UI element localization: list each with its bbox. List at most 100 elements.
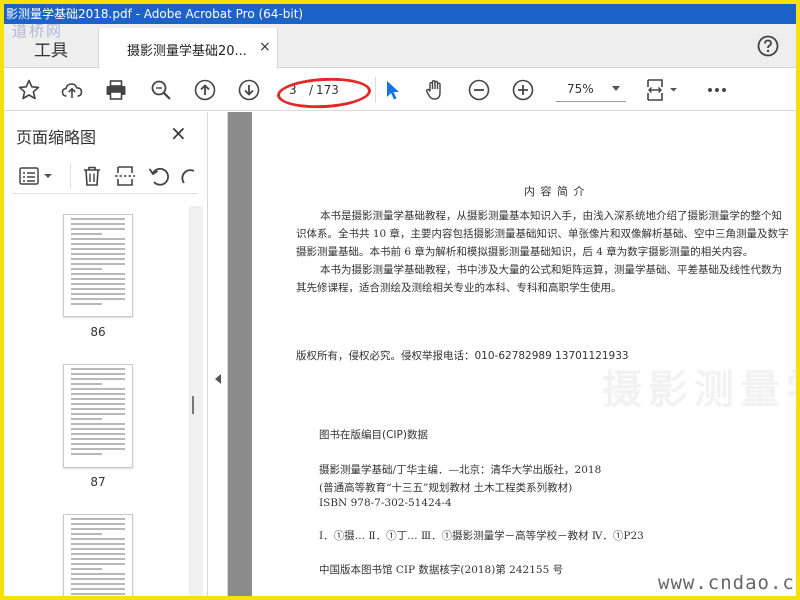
panel-toolbar-divider <box>70 164 71 188</box>
thumbnail-text-line <box>71 408 125 410</box>
zoom-value: 75% <box>567 82 594 96</box>
thumbnail-text-line <box>71 533 102 535</box>
thumbnail-text-line <box>71 398 125 400</box>
thumbnail-text-line <box>71 303 102 305</box>
thumbnail-text-line <box>71 228 125 230</box>
window-titlebar: 影测量学基础2018.pdf - Adobe Acrobat Pro (64-b… <box>4 4 796 24</box>
thumbnail-text-line <box>71 223 125 225</box>
thumbnail-text-line <box>71 558 125 560</box>
thumbnail-text-line <box>71 453 102 455</box>
page-thumbnail-label: 87 <box>90 475 106 489</box>
thumbnail-text-line <box>71 368 125 370</box>
rotate-clockwise-icon[interactable] <box>176 164 198 188</box>
select-cursor-icon[interactable] <box>381 78 405 102</box>
thumbnail-text-line <box>71 238 125 240</box>
delete-page-icon[interactable] <box>80 164 104 188</box>
zoom-in-icon[interactable] <box>511 78 535 102</box>
thumbnail-text-line <box>71 423 125 425</box>
toolbar-divider <box>375 77 376 103</box>
thumbnail-text-line <box>71 568 102 570</box>
thumbnail-text-line <box>71 273 125 275</box>
page-thumbnail[interactable] <box>63 514 133 596</box>
more-tools-icon[interactable] <box>705 78 729 102</box>
thumbnail-text-line <box>71 448 125 450</box>
thumbnail-text-line <box>71 218 125 220</box>
thumbnail-text-line <box>71 268 102 270</box>
thumbnail-text-line <box>71 293 125 295</box>
thumbnail-text-line <box>71 248 125 250</box>
thumbnail-scrollbar-thumb[interactable] <box>192 396 194 414</box>
summary-line: 本书是摄影测量学基础教程，从摄影测量基本知识入手，由浅入深系统地介绍了摄影测量学… <box>320 210 782 222</box>
panel-toolbar <box>12 158 198 194</box>
hand-tool-icon[interactable] <box>423 78 447 102</box>
cip-line: (普通高等教育“十三五”规划教材 土木工程类系列教材) <box>319 482 573 494</box>
page-thumbnail[interactable] <box>63 214 133 317</box>
thumbnail-text-line <box>71 378 125 380</box>
thumbnail-text-line <box>71 578 125 580</box>
page-fit-icon[interactable] <box>645 78 681 102</box>
thumbnail-text-line <box>71 563 125 565</box>
main-toolbar: 3 / 173 75% <box>4 69 796 111</box>
thumbnail-text-line <box>71 548 125 550</box>
thumbnail-text-line <box>71 263 125 265</box>
thumbnail-text-line <box>71 443 125 445</box>
thumbnail-text-line <box>71 538 125 540</box>
cip-line: 中国版本图书馆 CIP 数据核字(2018)第 242155 号 <box>319 564 564 576</box>
help-icon[interactable] <box>757 35 779 57</box>
document-gutter <box>228 112 252 596</box>
tab-bar: 工具 摄影测量学基础20... × <box>4 24 796 68</box>
extract-page-icon[interactable] <box>113 164 137 188</box>
thumbnail-text-line <box>71 393 125 395</box>
cip-title: 图书在版编目(CIP)数据 <box>319 429 428 441</box>
panel-collapse-handle[interactable] <box>208 112 228 596</box>
cip-line: ISBN 978-7-302-51424-4 <box>319 497 452 509</box>
thumbnail-text-line <box>71 433 125 435</box>
tab-document-label: 摄影测量学基础20... <box>127 44 247 59</box>
page-thumbnail[interactable] <box>63 364 133 468</box>
window-title: 影测量学基础2018.pdf - Adobe Acrobat Pro (64-b… <box>6 7 304 21</box>
thumbnail-text-line <box>71 243 125 245</box>
thumbnail-text-line <box>71 518 125 520</box>
thumbnail-text-line <box>71 428 125 430</box>
zoom-select[interactable]: 75% <box>556 78 626 102</box>
summary-line: 本书为摄影测量学基础教程，书中涉及大量的公式和矩阵运算，测量学基础、平差基础及线… <box>320 264 782 276</box>
bookmark-star-icon[interactable] <box>17 78 41 102</box>
watermark-bottom: www.cndao.com <box>658 572 796 594</box>
cip-line: Ⅰ．①摄… Ⅱ．①丁… Ⅲ．①摄影测量学－高等学校－教材 Ⅳ．①P23 <box>319 530 644 542</box>
print-icon[interactable] <box>104 78 128 102</box>
thumbnail-text-line <box>71 588 125 590</box>
previous-page-icon[interactable] <box>193 78 217 102</box>
chevron-left-icon <box>215 374 221 384</box>
summary-heading: 内 容 简 介 <box>524 185 586 198</box>
thumbnail-scrollbar[interactable] <box>189 206 203 596</box>
panel-close-button[interactable]: × <box>170 121 187 145</box>
thumbnail-panel: 页面缩略图 × 86 87 <box>4 112 208 596</box>
next-page-icon[interactable] <box>237 78 261 102</box>
search-icon[interactable] <box>149 78 173 102</box>
thumbnail-text-line <box>71 253 125 255</box>
thumbnail-text-line <box>71 388 125 390</box>
thumbnail-text-line <box>71 258 125 260</box>
copyright-notice: 版权所有，侵权必究。侵权举报电话：010-62782989 1370112193… <box>296 350 629 362</box>
thumbnail-text-line <box>71 573 125 575</box>
thumbnail-text-line <box>71 373 125 375</box>
thumbnail-options-icon[interactable] <box>18 164 58 188</box>
thumbnail-list: 86 87 <box>4 206 190 596</box>
thumbnail-text-line <box>71 553 125 555</box>
zoom-out-icon[interactable] <box>467 78 491 102</box>
thumbnail-text-line <box>71 278 125 280</box>
rotate-counterclockwise-icon[interactable] <box>147 164 171 188</box>
thumbnail-text-line <box>71 593 125 595</box>
thumbnail-text-line <box>71 403 125 405</box>
panel-title: 页面缩略图 <box>16 128 97 147</box>
cloud-upload-icon[interactable] <box>60 78 84 102</box>
tab-close-button[interactable]: × <box>259 39 271 55</box>
thumbnail-text-line <box>71 298 125 300</box>
page-thumbnail-label: 86 <box>90 325 106 339</box>
thumbnail-text-line <box>71 528 125 530</box>
summary-line: 摄影测量基础。本书前 6 章为解析和模拟摄影测量基础知识，后 4 章为数字摄影测… <box>296 246 754 258</box>
summary-line: 其先修课程，适合测绘及测绘相关专业的本科、专科和高职学生使用。 <box>296 282 622 294</box>
thumbnail-text-line <box>71 383 102 385</box>
summary-line: 识体系。全书共 10 章，主要内容包括摄影测量基础知识、单张像片和双像解析基础、… <box>296 228 789 240</box>
tab-document[interactable]: 摄影测量学基础20... × <box>98 28 278 68</box>
